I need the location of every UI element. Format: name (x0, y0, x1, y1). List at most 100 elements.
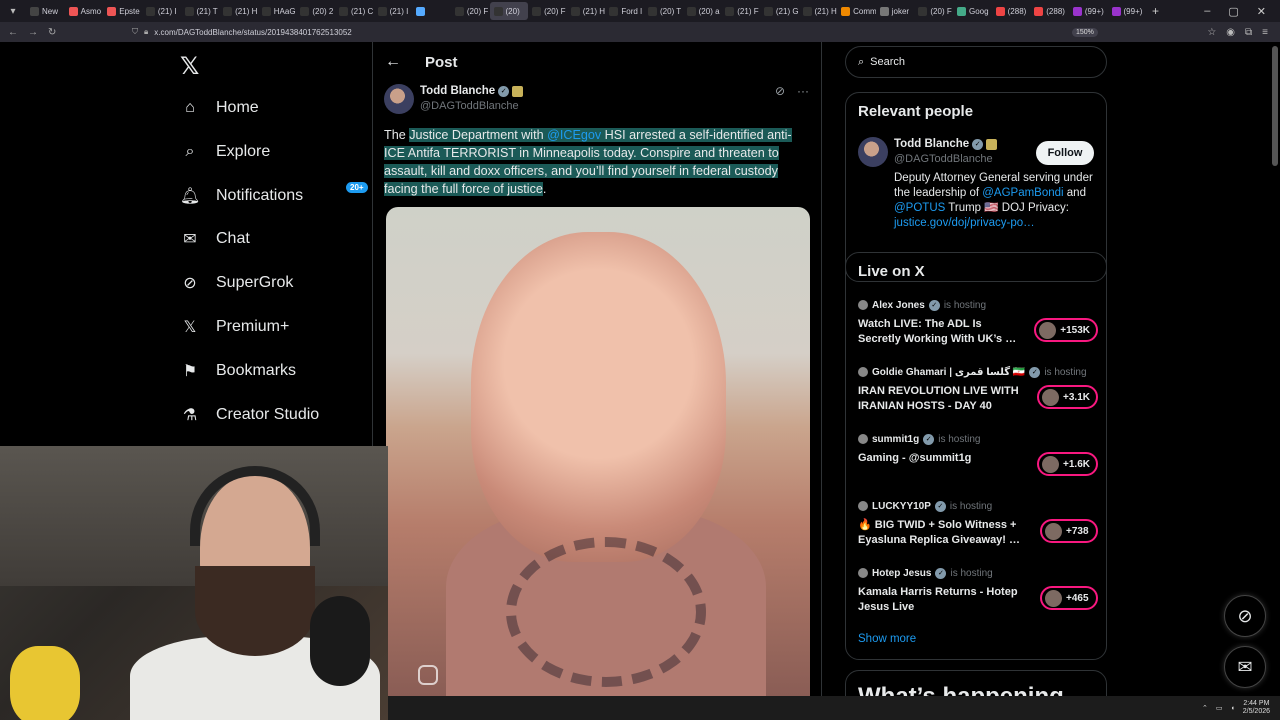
browser-tab[interactable]: (20) F (451, 2, 490, 20)
browser-tab[interactable]: (20) F (914, 2, 953, 20)
browser-tab[interactable]: (21) G (760, 2, 799, 20)
shield-icon[interactable]: ⛉ (132, 27, 138, 37)
browser-tab[interactable]: (21) H (219, 2, 258, 20)
browser-tab[interactable]: (20) a (683, 2, 722, 20)
zoom-level[interactable]: 150% (1072, 27, 1098, 37)
listener-count[interactable]: +153K (1034, 318, 1098, 342)
live-item[interactable]: LUCKYY10P ✓ is hosting 🔥 BIG TWID + Solo Wi… (858, 499, 1098, 559)
live-host[interactable]: Hotep Jesus ✓ is hosting (858, 566, 1098, 580)
live-item[interactable]: summit1g ✓ is hosting Gaming - @summit1g +1.… (858, 432, 1098, 492)
avatar[interactable] (384, 84, 414, 114)
nav-item-supergrok[interactable]: ⊘ SuperGrok (180, 268, 293, 298)
live-host[interactable]: summit1g ✓ is hosting (858, 432, 1098, 446)
browser-tab[interactable]: (99+) (1069, 2, 1108, 20)
x-logo-icon[interactable]: 𝕏 (180, 52, 199, 81)
browser-tab[interactable]: Asmo (65, 2, 104, 20)
live-title-text[interactable]: Gaming - @summit1g (858, 451, 1023, 466)
post-video[interactable] (386, 207, 810, 696)
browser-tab[interactable]: (21) I (374, 2, 413, 20)
live-item[interactable]: Alex Jones ✓ is hosting Watch LIVE: The ADL… (858, 298, 1098, 358)
browser-tab[interactable]: (21) T (181, 2, 220, 20)
search-box[interactable]: ⌕ Search (845, 46, 1107, 78)
listener-count[interactable]: +3.1K (1037, 385, 1098, 409)
browser-tab[interactable] (412, 2, 451, 20)
bookmark-star-icon[interactable]: ☆ (1207, 27, 1216, 38)
live-title-text[interactable]: Kamala Harris Returns - Hotep Jesus Live (858, 585, 1023, 615)
browser-tab[interactable]: HAaG (258, 2, 297, 20)
clock[interactable]: 2:44 PM 2/5/2026 (1243, 700, 1270, 716)
browser-tab[interactable]: (288) (992, 2, 1031, 20)
lock-icon[interactable]: 🔒︎ (144, 27, 148, 37)
author-name[interactable]: Todd Blanche (420, 84, 495, 99)
browser-tab[interactable]: New (26, 2, 65, 20)
minimize-icon[interactable]: – (1204, 5, 1210, 18)
browser-tab[interactable]: (20) (489, 2, 529, 20)
browser-tab[interactable]: (20) T (644, 2, 683, 20)
browser-tab[interactable]: Goog (953, 2, 992, 20)
browser-tab[interactable]: (20) F (528, 2, 567, 20)
nav-item-creator-studio[interactable]: ⚗ Creator Studio (180, 400, 319, 430)
close-window-icon[interactable]: ✕ (1257, 5, 1266, 18)
network-icon[interactable]: ▭ (1216, 704, 1223, 712)
listener-count[interactable]: +1.6K (1037, 452, 1098, 476)
post-author[interactable]: Todd Blanche ✓ @DAGToddBlanche (384, 84, 524, 114)
search-placeholder[interactable]: Search (870, 56, 905, 68)
tray-chevron-icon[interactable]: ⌃ (1202, 704, 1208, 712)
live-item[interactable]: Goldie Ghamari | گلسا قمری 🇮🇷 ✓ is hosting… (858, 365, 1098, 425)
live-item[interactable]: Hotep Jesus ✓ is hosting Kamala Harris Retu… (858, 566, 1098, 626)
menu-icon[interactable]: ≡ (1262, 27, 1268, 38)
mention-link[interactable]: @AGPamBondi (982, 187, 1063, 199)
back-icon[interactable]: ← (8, 27, 18, 38)
browser-tab[interactable]: joker (876, 2, 915, 20)
live-title-text[interactable]: IRAN REVOLUTION LIVE WITH IRANIAN HOSTS … (858, 384, 1023, 414)
nav-item-chat[interactable]: ✉ Chat (180, 224, 250, 254)
extensions-icon[interactable]: ⧉ (1245, 27, 1252, 38)
url-text[interactable]: x.com/DAGToddBlanche/status/201943840176… (154, 28, 351, 37)
browser-tab[interactable]: (21) H (567, 2, 606, 20)
browser-tab[interactable]: (21) H (799, 2, 838, 20)
avatar[interactable] (858, 137, 888, 167)
tab-list-icon[interactable]: ▾ (0, 6, 26, 17)
new-tab-icon[interactable]: + (1146, 4, 1165, 18)
address-bar[interactable]: ⛉ 🔒︎ x.com/DAGToddBlanche/status/2019438… (132, 27, 1072, 37)
nav-item-premium-[interactable]: 𝕏 Premium+ (180, 312, 290, 342)
browser-tab[interactable]: Ford I (605, 2, 644, 20)
bio-link[interactable]: justice.gov/doj/privacy-po… (894, 217, 1035, 229)
author-handle[interactable]: @DAGToddBlanche (420, 99, 523, 114)
browser-tab[interactable]: (21) C (335, 2, 374, 20)
browser-tab[interactable]: (288) (1030, 2, 1069, 20)
follow-button[interactable]: Follow (1036, 141, 1094, 165)
browser-tab[interactable]: (21) F (721, 2, 760, 20)
live-title-text[interactable]: 🔥 BIG TWID + Solo Witness + Eyasluna Rep… (858, 518, 1023, 548)
reload-icon[interactable]: ↻ (48, 27, 56, 38)
browser-tab[interactable]: Epste (103, 2, 142, 20)
live-host[interactable]: Alex Jones ✓ is hosting (858, 298, 1098, 312)
back-arrow-icon[interactable]: ← (385, 53, 401, 71)
show-more-link[interactable]: Show more (858, 633, 916, 645)
listener-count[interactable]: +738 (1040, 519, 1098, 543)
person-handle[interactable]: @DAGToddBlanche (894, 152, 997, 167)
browser-tab[interactable]: Comm (837, 2, 876, 20)
account-icon[interactable]: ◉ (1226, 27, 1235, 38)
browser-tab[interactable]: (20) 2 (296, 2, 335, 20)
browser-tab[interactable]: (99+) (1108, 2, 1147, 20)
live-host[interactable]: Goldie Ghamari | گلسا قمری 🇮🇷 ✓ is hosting (858, 365, 1098, 379)
forward-icon[interactable]: → (28, 27, 38, 38)
nav-item-explore[interactable]: ⌕ Explore (180, 137, 271, 167)
nav-item-home[interactable]: ⌂ Home (180, 93, 259, 123)
messages-fab-icon[interactable]: ✉ (1224, 646, 1266, 688)
scrollbar[interactable] (1272, 46, 1278, 166)
grok-fab-icon[interactable]: ⊘ (1224, 595, 1266, 637)
live-host[interactable]: LUCKYY10P ✓ is hosting (858, 499, 1098, 513)
volume-icon[interactable]: ◖ (1231, 705, 1235, 712)
mention-link[interactable]: @ICEgov (547, 128, 602, 142)
nav-item-notifications[interactable]: 🔔︎ Notifications (180, 181, 303, 211)
relevant-person[interactable]: Todd Blanche ✓ @DAGToddBlanche (858, 137, 998, 167)
browser-tab[interactable]: (21) I (142, 2, 181, 20)
person-name[interactable]: Todd Blanche (894, 137, 969, 152)
live-title-text[interactable]: Watch LIVE: The ADL Is Secretly Working … (858, 317, 1023, 347)
more-options-icon[interactable]: ··· (797, 84, 809, 98)
maximize-icon[interactable]: ▢ (1228, 5, 1238, 18)
listener-count[interactable]: +465 (1040, 586, 1098, 610)
grok-icon[interactable]: ⊘ (775, 84, 785, 98)
